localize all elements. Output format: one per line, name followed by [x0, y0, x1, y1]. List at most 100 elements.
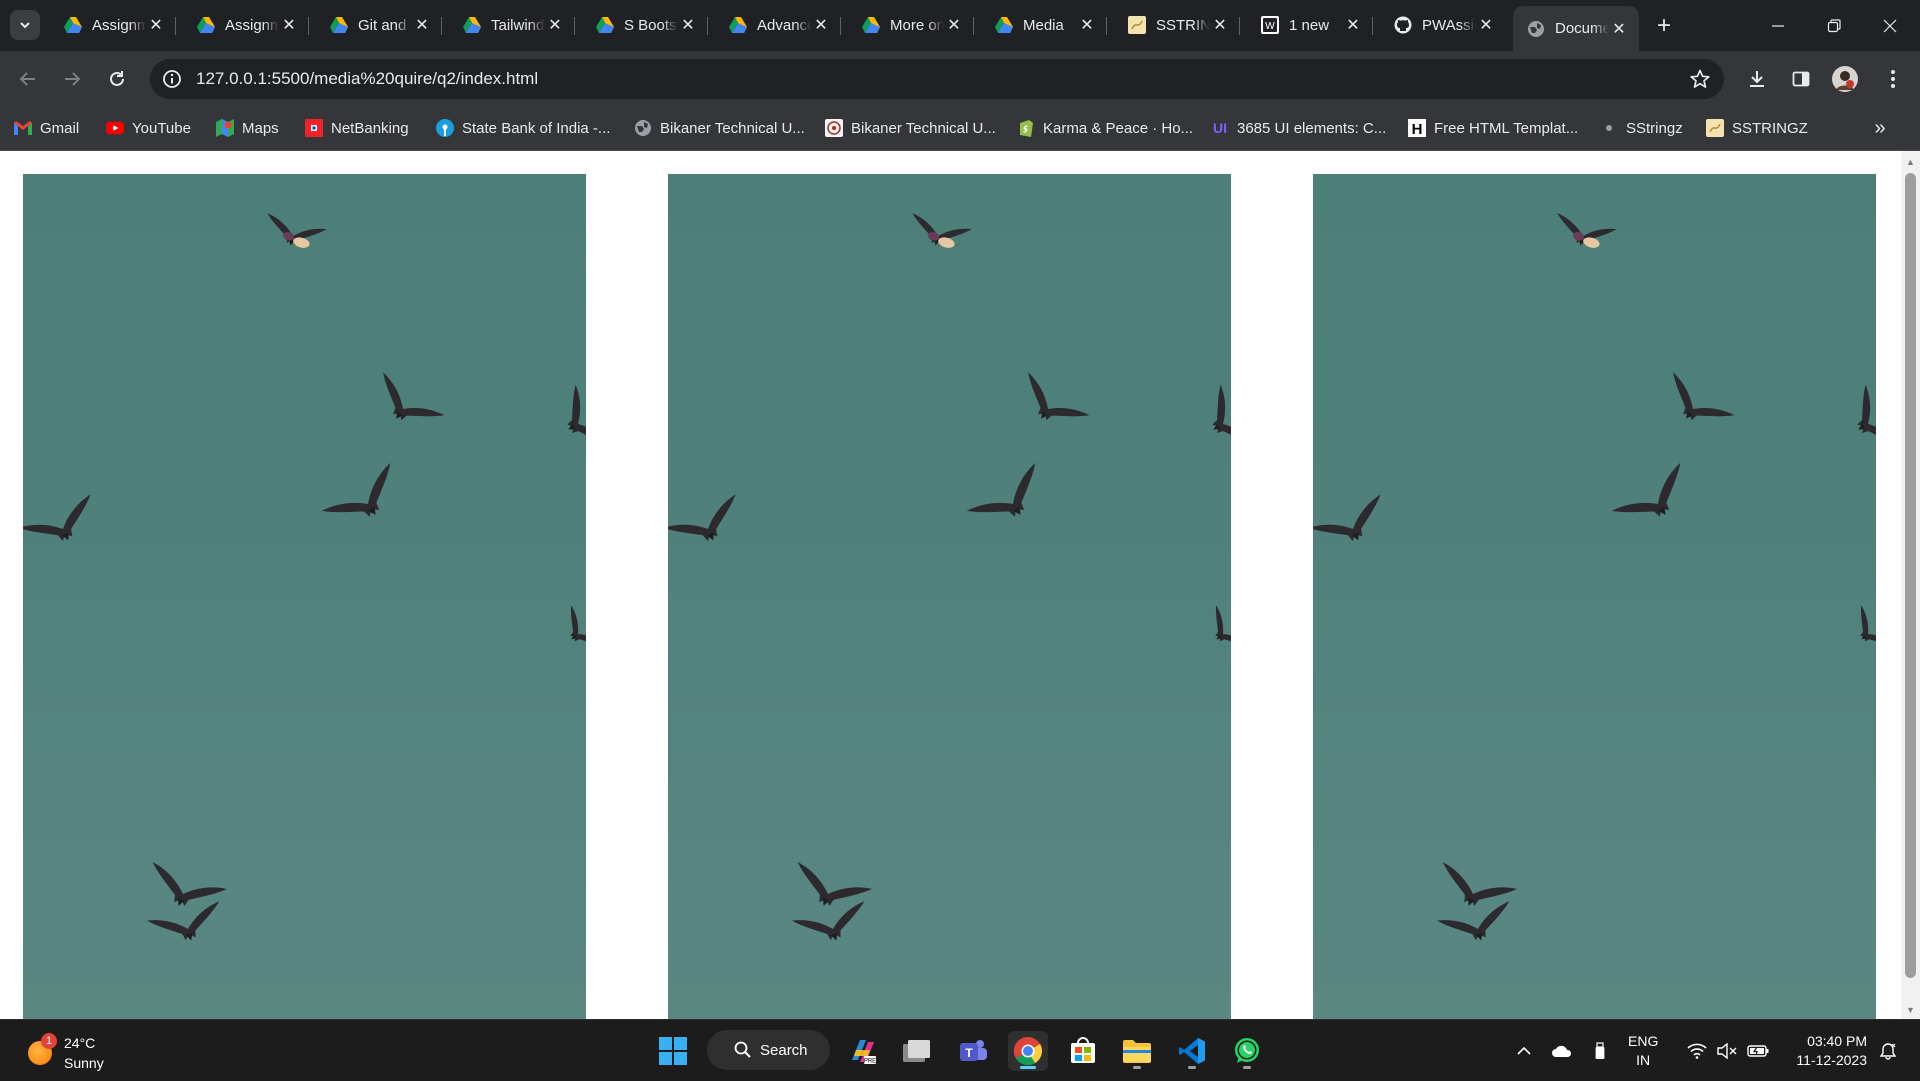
- bookmark-uiverse[interactable]: UI 3685 UI elements: C...: [1211, 117, 1386, 139]
- bookmark-sstringz[interactable]: SStringz: [1600, 117, 1683, 139]
- task-view-icon[interactable]: [897, 1031, 937, 1071]
- bookmark-star-icon[interactable]: [1688, 67, 1712, 91]
- tab-6[interactable]: Advanced ✕: [715, 6, 841, 44]
- profile-avatar[interactable]: [1829, 63, 1861, 95]
- downloads-button[interactable]: [1741, 63, 1773, 95]
- file-explorer-icon[interactable]: [1117, 1031, 1157, 1071]
- url-text[interactable]: 127.0.0.1:5500/media%20quire/q2/index.ht…: [196, 69, 538, 89]
- onedrive-cloud-icon[interactable]: [1548, 1031, 1576, 1071]
- chrome-taskbar-icon[interactable]: [1008, 1031, 1048, 1071]
- system-clock[interactable]: 03:40 PM 11-12-2023: [1780, 1032, 1867, 1070]
- bookmarks-overflow-chevron-icon[interactable]: »: [1866, 117, 1894, 140]
- scrollbar-thumb[interactable]: [1905, 173, 1916, 978]
- new-tab-button[interactable]: +: [1650, 12, 1678, 40]
- close-icon[interactable]: ✕: [1476, 15, 1496, 35]
- close-icon[interactable]: ✕: [944, 15, 964, 35]
- sstringz-icon: [1706, 119, 1724, 137]
- tab-9[interactable]: SSTRINGZ ✕: [1114, 6, 1240, 44]
- close-icon[interactable]: ✕: [811, 15, 831, 35]
- speaker-muted-icon[interactable]: [1714, 1031, 1740, 1071]
- shopify-icon: [1017, 119, 1035, 137]
- bookmark-youtube[interactable]: YouTube: [106, 117, 191, 139]
- battery-charging-icon[interactable]: [1744, 1031, 1772, 1071]
- copilot-icon[interactable]: PRE: [843, 1031, 883, 1071]
- sbi-icon: [436, 119, 454, 137]
- chrome-menu-button[interactable]: [1877, 63, 1909, 95]
- running-app-indicator: [1188, 1066, 1196, 1069]
- close-icon[interactable]: ✕: [1077, 15, 1097, 35]
- tab-3[interactable]: Git and GitHub ✕: [316, 6, 442, 44]
- tab-4[interactable]: Tailwind ✕: [449, 6, 575, 44]
- close-icon[interactable]: ✕: [1343, 15, 1363, 35]
- h-icon: H: [1408, 119, 1426, 137]
- restore-button[interactable]: [1806, 0, 1862, 51]
- tab-5[interactable]: S Bootstrap ✕: [582, 6, 708, 44]
- bookmark-sbi[interactable]: State Bank of India -...: [436, 117, 610, 139]
- tab-7[interactable]: More on ✕: [848, 6, 974, 44]
- bookmark-gmail[interactable]: Gmail: [14, 117, 79, 139]
- tab-8[interactable]: Media ✕: [981, 6, 1107, 44]
- close-icon[interactable]: ✕: [146, 15, 166, 35]
- show-hidden-icons-chevron-up-icon[interactable]: [1510, 1031, 1538, 1071]
- close-window-button[interactable]: [1862, 0, 1918, 51]
- bookmark-netbanking[interactable]: NetBanking: [305, 117, 409, 139]
- forward-arrow-icon: [65, 72, 81, 86]
- close-icon[interactable]: ✕: [1210, 15, 1230, 35]
- reload-button[interactable]: [101, 63, 133, 95]
- dot-icon: [1600, 119, 1618, 137]
- close-icon[interactable]: ✕: [678, 15, 698, 35]
- tab-12-active[interactable]: Document ✕: [1513, 6, 1639, 51]
- uiverse-icon: UI: [1211, 119, 1229, 137]
- vscode-icon[interactable]: [1172, 1031, 1212, 1071]
- address-bar[interactable]: 127.0.0.1:5500/media%20quire/q2/index.ht…: [150, 59, 1724, 99]
- bookmark-sstringz-2[interactable]: SSTRINGZ: [1706, 117, 1808, 139]
- scroll-up-arrow-icon[interactable]: ▲: [1901, 157, 1920, 167]
- teams-icon[interactable]: T: [953, 1031, 993, 1071]
- site-info-icon[interactable]: [160, 67, 184, 91]
- globe-icon: [634, 119, 652, 137]
- close-icon[interactable]: ✕: [279, 15, 299, 35]
- side-panel-icon: [1792, 71, 1810, 87]
- bookmark-maps[interactable]: Maps: [216, 117, 279, 139]
- tab-search-button[interactable]: [10, 10, 40, 40]
- tab-11[interactable]: PWAssign ✕: [1380, 6, 1506, 44]
- gmail-icon: [14, 119, 32, 137]
- more-vert-icon: [1891, 70, 1895, 88]
- close-icon[interactable]: ✕: [1609, 19, 1629, 39]
- folder-icon: [1123, 1040, 1151, 1063]
- usb-drive-icon[interactable]: [1588, 1031, 1612, 1071]
- minimize-button[interactable]: [1750, 0, 1806, 51]
- forward-button[interactable]: [56, 63, 88, 95]
- bookmark-btu-2[interactable]: Bikaner Technical U...: [825, 117, 996, 139]
- google-drive-icon: [64, 16, 82, 34]
- running-app-indicator: [1243, 1066, 1251, 1069]
- bookmark-btu-1[interactable]: Bikaner Technical U...: [634, 117, 805, 139]
- side-panel-button[interactable]: [1785, 63, 1817, 95]
- input-language[interactable]: ENG IN: [1628, 1032, 1658, 1070]
- tab-2[interactable]: Assignment ✕: [183, 6, 309, 44]
- notification-bell-icon[interactable]: [1874, 1031, 1902, 1071]
- temperature: 24°C: [64, 1035, 96, 1051]
- close-icon[interactable]: ✕: [545, 15, 565, 35]
- weather-widget[interactable]: 1 24°C Sunny: [24, 1029, 144, 1073]
- close-icon[interactable]: ✕: [412, 15, 432, 35]
- close-icon: [1883, 19, 1897, 32]
- taskbar-search[interactable]: Search: [707, 1030, 830, 1070]
- back-button[interactable]: [12, 63, 44, 95]
- whatsapp-icon[interactable]: [1227, 1031, 1267, 1071]
- tab-1[interactable]: Assignment ✕: [50, 6, 176, 44]
- browser-toolbar: 127.0.0.1:5500/media%20quire/q2/index.ht…: [0, 51, 1920, 107]
- tab-title: SSTRINGZ: [1156, 16, 1210, 34]
- svg-text:T: T: [965, 1046, 973, 1060]
- bird-image-panel-3: [1313, 174, 1876, 1019]
- bookmark-free-html[interactable]: H Free HTML Templat...: [1408, 117, 1578, 139]
- page-scrollbar[interactable]: ▲ ▼: [1901, 151, 1920, 1019]
- wifi-icon[interactable]: [1684, 1031, 1710, 1071]
- bookmark-label: State Bank of India -...: [462, 119, 611, 137]
- bookmark-karma-peace[interactable]: Karma & Peace · Ho...: [1017, 117, 1193, 139]
- microsoft-store-icon[interactable]: [1063, 1031, 1103, 1071]
- windows-start-icon[interactable]: [653, 1031, 693, 1071]
- wordpress-icon: W: [1261, 16, 1279, 34]
- tab-10[interactable]: W 1 new ✕: [1247, 6, 1373, 44]
- scroll-down-arrow-icon[interactable]: ▼: [1901, 1005, 1920, 1015]
